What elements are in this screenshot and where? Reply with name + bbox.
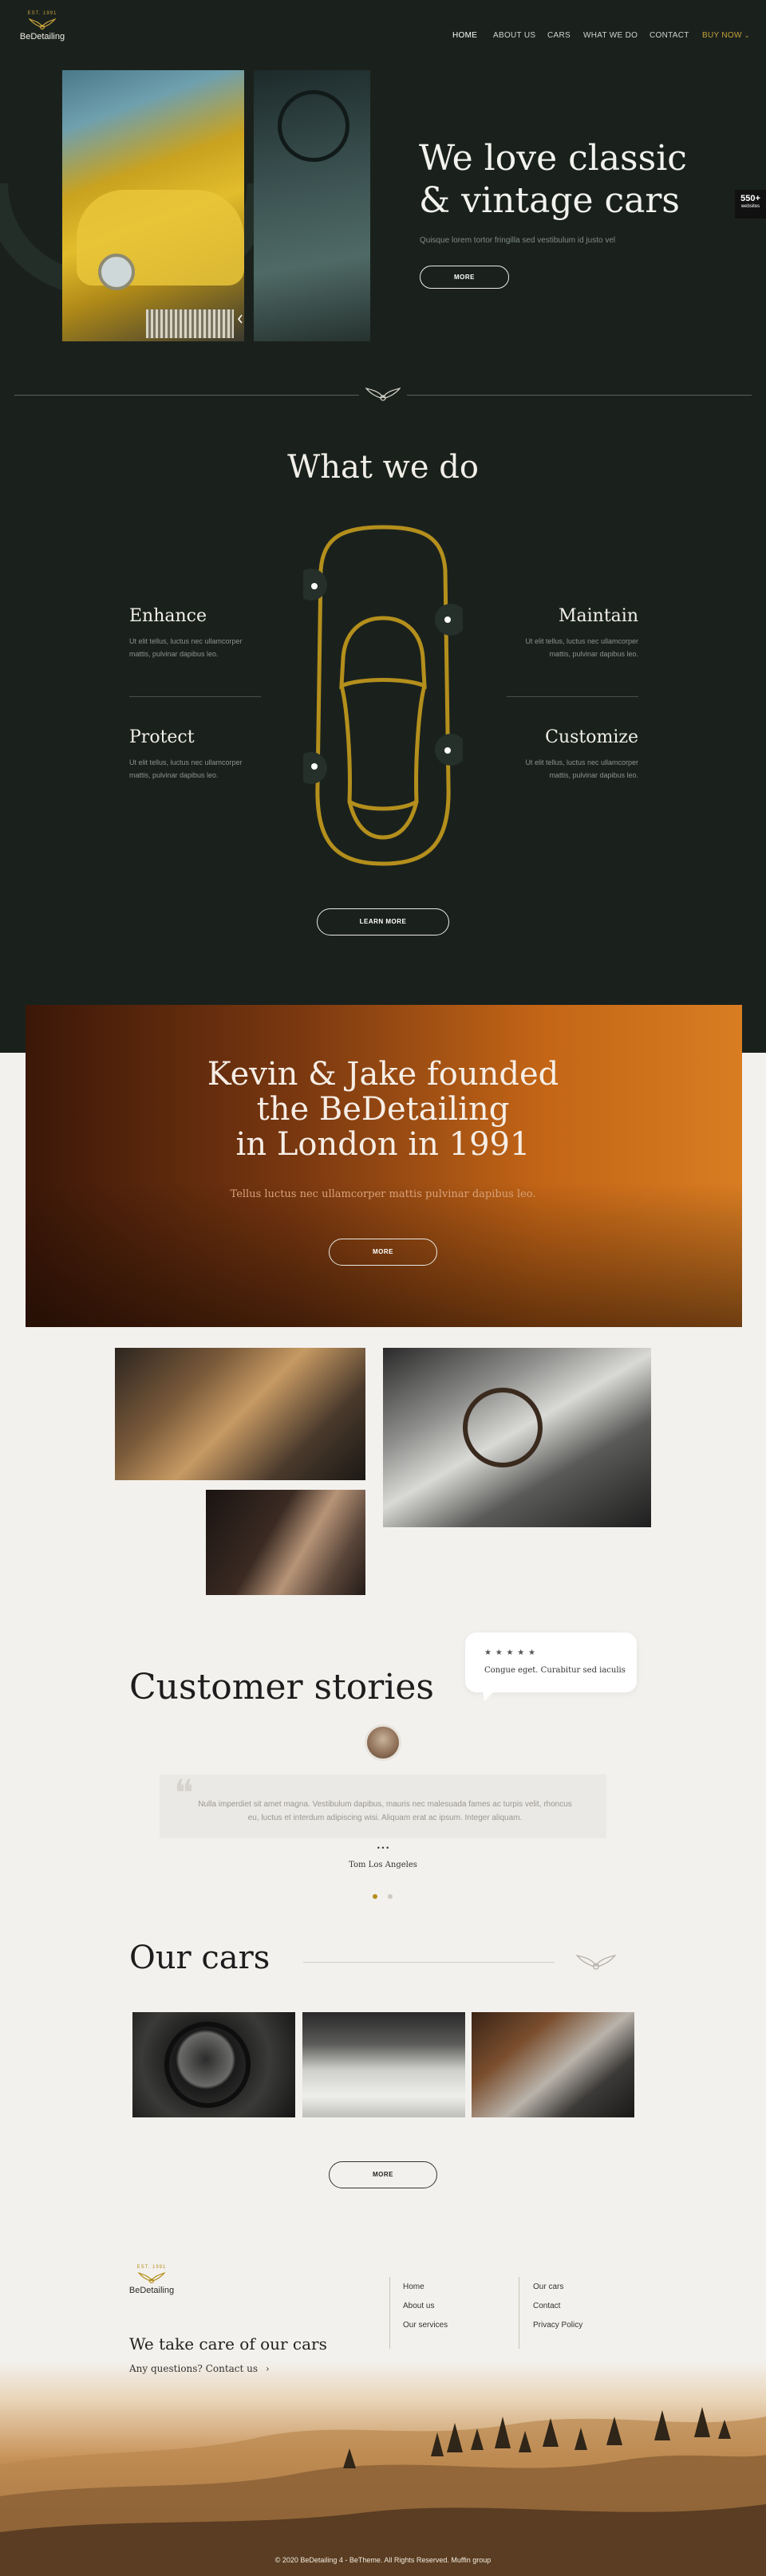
nav-what-we-do[interactable]: WHAT WE DO <box>583 31 638 40</box>
review-text: Congue eget. Curabitur sed iaculis <box>484 1666 626 1675</box>
footer-logo[interactable]: EST. 1991 BeDetailing <box>128 2265 176 2295</box>
slider-dot[interactable] <box>388 1894 393 1899</box>
nav-home[interactable]: HOME <box>452 31 477 40</box>
service-text-line: mattis, pulvinar dapibus leo. <box>549 771 638 779</box>
footer-tagline: We take care of our cars <box>129 2334 327 2353</box>
founders-banner <box>26 1005 742 1327</box>
nav-buy-now-label: BUY NOW <box>702 31 742 40</box>
chevron-right-icon: › <box>265 2363 270 2374</box>
car-photo-steering[interactable] <box>132 2012 295 2117</box>
service-text-line: mattis, pulvinar dapibus leo. <box>129 650 219 658</box>
service-text: Ut elit tellus, luctus nec ullamcorper m… <box>525 635 638 660</box>
banner-subtitle: Tellus luctus nec ullamcorper mattis pul… <box>230 1188 536 1200</box>
footer-link-home[interactable]: Home <box>403 2283 424 2291</box>
gallery-photo-interior-seats <box>115 1348 365 1480</box>
copyright-text: © 2020 BeDetailing 4 - BeTheme. All Righ… <box>274 2556 492 2564</box>
footer-contact-link[interactable]: Any questions? Contact us › <box>129 2363 270 2374</box>
hero-title: We love classic & vintage cars <box>419 137 722 222</box>
service-title: Protect <box>129 727 195 747</box>
banner-title-line3: in London in 1991 <box>235 1126 531 1163</box>
logo-name: BeDetailing <box>19 32 65 41</box>
banner-more-button[interactable]: MORE <box>329 1239 437 1266</box>
service-title: Enhance <box>129 606 207 626</box>
service-text-line: mattis, pulvinar dapibus leo. <box>129 771 219 779</box>
landscape-hills <box>0 2407 766 2576</box>
chevron-down-icon: ⌄ <box>744 32 750 39</box>
car-photo-dashboard[interactable] <box>472 2012 634 2117</box>
wings-emblem-icon <box>576 1954 616 1970</box>
what-we-do-title: What we do <box>287 449 479 486</box>
banner-title-line1: Kevin & Jake founded <box>207 1056 559 1093</box>
wings-logo-icon <box>29 18 56 30</box>
footer-link-services[interactable]: Our services <box>403 2321 448 2330</box>
banner-shade <box>26 1005 742 1327</box>
service-text-line: Ut elit tellus, luctus nec ullamcorper <box>525 758 638 766</box>
car-outline-icon <box>303 525 463 866</box>
review-card: ★ ★ ★ ★ ★ Congue eget. Curabitur sed iac… <box>465 1633 637 1701</box>
testimonial-line: Nulla imperdiet sit amet magna. Vestibul… <box>198 1800 572 1809</box>
service-divider <box>129 696 261 697</box>
slider-dot-active[interactable] <box>373 1894 377 1899</box>
testimonial-line: eu, luctus et interdum adipiscing wisi. … <box>247 1814 523 1822</box>
footer-divider <box>389 2277 390 2349</box>
banner-title-line2: the BeDetailing <box>256 1091 510 1128</box>
banner-title: Kevin & Jake founded the BeDetailing in … <box>0 1057 766 1162</box>
gallery-photo-detailing-woman <box>206 1490 365 1595</box>
badge-label: websites <box>740 204 760 209</box>
star-rating: ★ ★ ★ ★ ★ <box>484 1648 536 1657</box>
testimonial-text: Nulla imperdiet sit amet magna. Vestibul… <box>172 1798 598 1825</box>
hero-title-line2: & vintage cars <box>419 180 681 221</box>
hero-photo-steering-wheel <box>254 70 370 341</box>
wings-emblem-icon <box>365 388 401 401</box>
service-title: Customize <box>545 727 638 747</box>
hero-title-line1: We love classic <box>419 138 687 179</box>
logo-est: EST. 1991 <box>27 11 57 16</box>
site-logo[interactable]: EST. 1991 BeDetailing <box>14 11 70 41</box>
service-text: Ut elit tellus, luctus nec ullamcorper m… <box>129 635 243 660</box>
footer-logo-est: EST. 1991 <box>136 2265 167 2270</box>
footer-logo-name: BeDetailing <box>128 2286 175 2295</box>
footer-landscape-background <box>0 2361 766 2576</box>
footer-link-about[interactable]: About us <box>403 2302 434 2310</box>
wings-logo-icon <box>138 2271 165 2284</box>
speech-tail-icon <box>483 1692 494 1701</box>
service-text-line: mattis, pulvinar dapibus leo. <box>549 650 638 658</box>
cars-more-button[interactable]: MORE <box>329 2161 437 2188</box>
nav-cars[interactable]: CARS <box>547 31 571 40</box>
hero-more-button[interactable]: MORE <box>420 266 509 289</box>
service-text-line: Ut elit tellus, luctus nec ullamcorper <box>525 637 638 645</box>
websites-count-badge[interactable]: 550+ websites <box>735 190 766 219</box>
service-text: Ut elit tellus, luctus nec ullamcorper m… <box>129 756 243 782</box>
service-text-line: Ut elit tellus, luctus nec ullamcorper <box>129 758 243 766</box>
hero-subtitle: Quisque lorem tortor fringilla sed vesti… <box>420 236 616 245</box>
service-text-line: Ut elit tellus, luctus nec ullamcorper <box>129 637 243 645</box>
footer-link-privacy[interactable]: Privacy Policy <box>533 2321 582 2330</box>
our-cars-title: Our cars <box>129 1940 270 1976</box>
divider-right <box>407 395 752 396</box>
service-divider <box>507 696 638 697</box>
nav-buy-now[interactable]: BUY NOW ⌄ <box>702 31 750 40</box>
learn-more-button[interactable]: LEARN MORE <box>317 908 449 935</box>
divider-left <box>14 395 359 396</box>
chevron-left-icon[interactable] <box>236 313 244 325</box>
nav-about[interactable]: ABOUT US <box>493 31 535 40</box>
footer-contact-text: Any questions? Contact us <box>129 2363 259 2374</box>
service-title: Maintain <box>558 606 638 626</box>
footer-link-cars[interactable]: Our cars <box>533 2283 563 2291</box>
testimonial-author: Tom Los Angeles <box>349 1861 417 1869</box>
testimonial-ellipsis: • • • <box>377 1844 389 1852</box>
customer-avatar <box>365 1724 401 1761</box>
hero-photo-yellow-car <box>62 70 244 341</box>
gallery-photo-dashboard <box>383 1348 651 1527</box>
footer-link-contact[interactable]: Contact <box>533 2302 560 2310</box>
customer-stories-title: Customer stories <box>129 1667 435 1707</box>
car-photo-silver-front[interactable] <box>302 2012 465 2117</box>
nav-contact[interactable]: CONTACT <box>650 31 689 40</box>
service-text: Ut elit tellus, luctus nec ullamcorper m… <box>525 756 638 782</box>
our-cars-divider <box>303 1962 555 1963</box>
